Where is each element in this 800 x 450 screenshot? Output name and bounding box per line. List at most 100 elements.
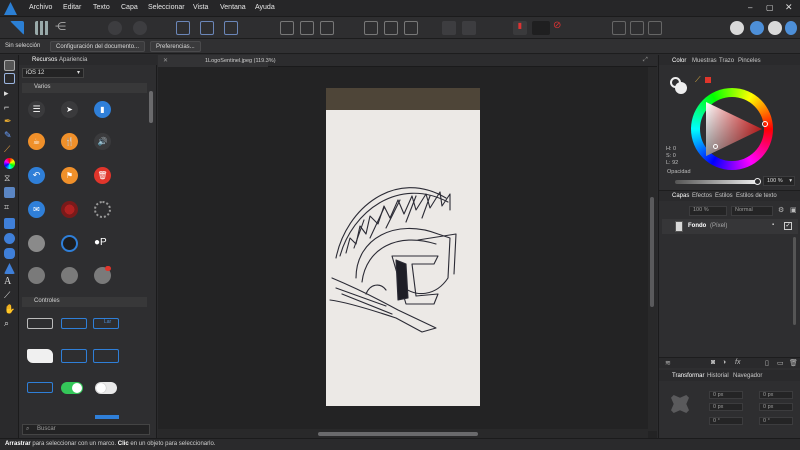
adjustment-icon[interactable]: ◑ <box>722 359 726 366</box>
menu-ventana[interactable]: Ventana <box>220 4 246 11</box>
align-icon-2[interactable] <box>384 21 398 35</box>
mask-icon[interactable]: ◙ <box>711 359 715 366</box>
rectangle-tool-icon[interactable] <box>4 218 15 229</box>
tab-recursos[interactable]: Recursos <box>32 57 57 63</box>
bool-add-icon[interactable] <box>750 21 764 35</box>
toggle-off[interactable] <box>95 382 117 394</box>
layer-lock-icon[interactable]: ▣ <box>790 206 797 214</box>
layer-lock-small-icon[interactable]: ▪ <box>772 222 774 228</box>
align-icon-1[interactable] <box>364 21 378 35</box>
pencil-tool-icon[interactable]: ✎ <box>4 130 15 141</box>
transform-shear-field[interactable]: 0 ° <box>759 417 793 425</box>
transform-y-field[interactable]: 0 px <box>709 403 743 411</box>
opacity-slider[interactable] <box>675 180 757 184</box>
snap-icon-3[interactable] <box>320 21 334 35</box>
fx-icon[interactable]: fx <box>735 359 740 366</box>
transform-h-field[interactable]: 0 px <box>759 403 793 411</box>
control-segment-2[interactable] <box>61 349 87 363</box>
restaurant-icon[interactable]: 🍴 <box>61 133 78 150</box>
red-swatch[interactable] <box>705 77 711 83</box>
menu-capa[interactable]: Capa <box>121 4 138 11</box>
layer-opacity-field[interactable]: 100 % <box>689 206 727 216</box>
menu-texto[interactable]: Texto <box>93 4 110 11</box>
transform-icon-1[interactable] <box>176 21 190 35</box>
bool-xor-icon[interactable] <box>785 21 797 35</box>
move-tool-icon[interactable] <box>4 60 15 71</box>
tab-efectos[interactable]: Efectos <box>692 193 712 199</box>
menu-editar[interactable]: Editar <box>63 4 81 11</box>
eyedropper-icon[interactable]: ⟋ <box>695 75 701 85</box>
persona-designer-icon[interactable] <box>10 21 24 35</box>
canvas-area[interactable]: 1LogoSentinel.jpeg (119.3%) ✕ ⤢ <box>158 55 657 438</box>
section-varios[interactable]: Varios <box>22 83 147 93</box>
triangle-tool-icon[interactable] <box>4 263 15 274</box>
menu-archivo[interactable]: Archivo <box>29 4 52 11</box>
place-image-icon[interactable] <box>4 187 15 198</box>
snapping-toggle[interactable] <box>532 21 550 35</box>
tab-estilos-texto[interactable]: Estilos de texto <box>736 193 777 199</box>
blend-mode-select[interactable]: Normal <box>731 206 773 216</box>
list-icon[interactable]: ☰ <box>28 101 45 118</box>
cup-icon[interactable]: ☕ <box>28 133 45 150</box>
ellipse-tool-icon[interactable] <box>4 233 15 244</box>
location-icon[interactable]: ➤ <box>61 101 78 118</box>
align-icon-3[interactable] <box>404 21 418 35</box>
magnet-icon[interactable]: ⊘ <box>553 20 567 34</box>
phone-icon[interactable]: ▮ <box>94 101 111 118</box>
preset-dropdown[interactable]: iOS 12 ▾ <box>22 68 84 78</box>
transform-rotate-field[interactable]: 0 ° <box>709 417 743 425</box>
fill-tool-icon[interactable] <box>4 158 15 169</box>
control-stepper[interactable] <box>27 382 53 393</box>
tab-muestras[interactable]: Muestras <box>692 58 717 64</box>
horizontal-scrollbar[interactable] <box>158 429 648 438</box>
tab-historial[interactable]: Historial <box>707 373 729 379</box>
search-input[interactable]: ⌕ Buscar <box>22 424 150 435</box>
volume-icon[interactable]: 🔊 <box>94 133 111 150</box>
brush-tool-icon[interactable]: ⟋ <box>4 144 15 155</box>
triangle-handle[interactable] <box>713 144 718 149</box>
trash-icon[interactable]: 🗑 <box>94 167 111 184</box>
crop-tool-icon[interactable]: ⌗ <box>4 202 15 213</box>
control-blue-bar[interactable] <box>95 415 119 419</box>
assistant-icon[interactable] <box>730 21 744 35</box>
rounded-rect-tool-icon[interactable] <box>4 248 15 259</box>
document-expand-icon[interactable]: ⤢ <box>643 57 648 64</box>
layers-stack-icon[interactable]: ≋ <box>665 359 671 367</box>
eyedropper-tool-icon[interactable]: ⟋ <box>4 290 15 301</box>
arrange-icon-2[interactable] <box>462 21 476 35</box>
opacity-field[interactable]: 100 % ▾ <box>763 176 795 186</box>
preferences-button[interactable]: Preferencias... <box>150 41 201 52</box>
apple-pay-icon[interactable]: ●P <box>94 237 107 248</box>
bool-sub-icon[interactable] <box>768 21 782 35</box>
avatar-icon[interactable] <box>28 235 45 252</box>
tab-apariencia[interactable]: Apariencia <box>59 57 87 63</box>
tab-estilos[interactable]: Estilos <box>715 193 733 199</box>
avatar-small-icon-1[interactable] <box>28 267 45 284</box>
fingerprint-icon[interactable] <box>61 201 78 218</box>
hand-tool-icon[interactable]: ✋ <box>4 304 15 315</box>
transparency-tool-icon[interactable]: ⧖ <box>4 173 15 184</box>
color-wheel[interactable] <box>691 88 773 170</box>
tab-trazo[interactable]: Trazo <box>719 58 734 64</box>
transform-w-field[interactable]: 0 px <box>759 391 793 399</box>
snap-icon-1[interactable] <box>280 21 294 35</box>
tab-navegador[interactable]: Navegador <box>733 373 762 379</box>
document-setup-button[interactable]: Configuración del documento... <box>50 41 146 52</box>
spinner-icon[interactable] <box>94 201 111 218</box>
fill-swatch[interactable] <box>675 82 687 94</box>
radio-icon[interactable] <box>61 235 78 252</box>
persona-pixel-icon[interactable] <box>35 21 49 35</box>
tab-pinceles[interactable]: Pinceles <box>738 58 761 64</box>
control-segment-3[interactable] <box>93 349 119 363</box>
flag-icon[interactable]: ⚑ <box>61 167 78 184</box>
transform-x-field[interactable]: 0 px <box>709 391 743 399</box>
group-icon[interactable]: ▭ <box>777 359 784 367</box>
snap-icon-2[interactable] <box>300 21 314 35</box>
layer-visible-checkbox[interactable]: ✓ <box>784 222 792 230</box>
view-icon-3[interactable] <box>648 21 662 35</box>
avatar-small-icon-2[interactable] <box>61 267 78 284</box>
transform-icon-3[interactable] <box>224 21 238 35</box>
menu-ayuda[interactable]: Ayuda <box>255 4 275 11</box>
left-panel-scrollbar[interactable] <box>149 91 153 123</box>
tab-capas[interactable]: Capas <box>672 193 689 199</box>
